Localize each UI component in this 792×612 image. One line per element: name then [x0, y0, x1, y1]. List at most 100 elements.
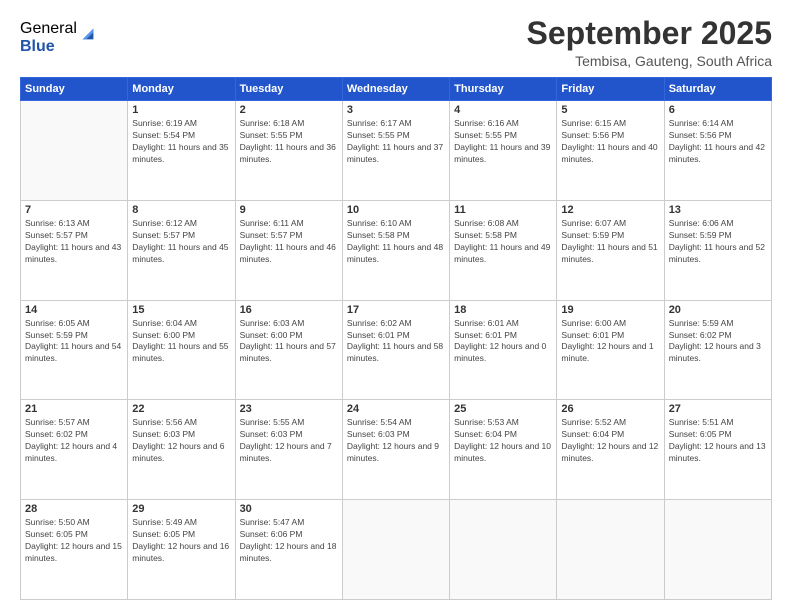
table-cell: 18 Sunrise: 6:01 AMSunset: 6:01 PMDaylig… — [450, 300, 557, 400]
cell-info: Sunrise: 6:16 AMSunset: 5:55 PMDaylight:… — [454, 118, 552, 166]
day-number: 8 — [132, 204, 230, 216]
day-number: 12 — [561, 204, 659, 216]
table-cell — [664, 500, 771, 600]
table-cell: 8 Sunrise: 6:12 AMSunset: 5:57 PMDayligh… — [128, 200, 235, 300]
cell-info: Sunrise: 5:51 AMSunset: 6:05 PMDaylight:… — [669, 417, 767, 465]
table-cell: 22 Sunrise: 5:56 AMSunset: 6:03 PMDaylig… — [128, 400, 235, 500]
day-number: 24 — [347, 403, 445, 415]
table-cell: 23 Sunrise: 5:55 AMSunset: 6:03 PMDaylig… — [235, 400, 342, 500]
cell-info: Sunrise: 5:56 AMSunset: 6:03 PMDaylight:… — [132, 417, 230, 465]
cell-info: Sunrise: 6:08 AMSunset: 5:58 PMDaylight:… — [454, 218, 552, 266]
cell-info: Sunrise: 6:11 AMSunset: 5:57 PMDaylight:… — [240, 218, 338, 266]
cell-info: Sunrise: 6:00 AMSunset: 6:01 PMDaylight:… — [561, 318, 659, 366]
table-cell: 7 Sunrise: 6:13 AMSunset: 5:57 PMDayligh… — [21, 200, 128, 300]
day-number: 11 — [454, 204, 552, 216]
table-cell: 26 Sunrise: 5:52 AMSunset: 6:04 PMDaylig… — [557, 400, 664, 500]
table-cell: 6 Sunrise: 6:14 AMSunset: 5:56 PMDayligh… — [664, 101, 771, 201]
cell-info: Sunrise: 5:53 AMSunset: 6:04 PMDaylight:… — [454, 417, 552, 465]
cell-info: Sunrise: 5:54 AMSunset: 6:03 PMDaylight:… — [347, 417, 445, 465]
cell-info: Sunrise: 5:50 AMSunset: 6:05 PMDaylight:… — [25, 517, 123, 565]
table-cell: 25 Sunrise: 5:53 AMSunset: 6:04 PMDaylig… — [450, 400, 557, 500]
day-number: 23 — [240, 403, 338, 415]
table-cell: 4 Sunrise: 6:16 AMSunset: 5:55 PMDayligh… — [450, 101, 557, 201]
logo: General Blue — [20, 20, 97, 55]
table-cell: 30 Sunrise: 5:47 AMSunset: 6:06 PMDaylig… — [235, 500, 342, 600]
cell-info: Sunrise: 6:19 AMSunset: 5:54 PMDaylight:… — [132, 118, 230, 166]
week-row-3: 14 Sunrise: 6:05 AMSunset: 5:59 PMDaylig… — [21, 300, 772, 400]
table-cell: 24 Sunrise: 5:54 AMSunset: 6:03 PMDaylig… — [342, 400, 449, 500]
cell-info: Sunrise: 5:57 AMSunset: 6:02 PMDaylight:… — [25, 417, 123, 465]
table-cell: 27 Sunrise: 5:51 AMSunset: 6:05 PMDaylig… — [664, 400, 771, 500]
day-number: 27 — [669, 403, 767, 415]
logo-icon — [79, 25, 97, 43]
header-thursday: Thursday — [450, 78, 557, 101]
cell-info: Sunrise: 6:07 AMSunset: 5:59 PMDaylight:… — [561, 218, 659, 266]
table-cell: 11 Sunrise: 6:08 AMSunset: 5:58 PMDaylig… — [450, 200, 557, 300]
calendar-header-row: Sunday Monday Tuesday Wednesday Thursday… — [21, 78, 772, 101]
cell-info: Sunrise: 6:18 AMSunset: 5:55 PMDaylight:… — [240, 118, 338, 166]
header-friday: Friday — [557, 78, 664, 101]
week-row-5: 28 Sunrise: 5:50 AMSunset: 6:05 PMDaylig… — [21, 500, 772, 600]
cell-info: Sunrise: 5:59 AMSunset: 6:02 PMDaylight:… — [669, 318, 767, 366]
header-monday: Monday — [128, 78, 235, 101]
day-number: 5 — [561, 104, 659, 116]
table-cell: 1 Sunrise: 6:19 AMSunset: 5:54 PMDayligh… — [128, 101, 235, 201]
table-cell: 10 Sunrise: 6:10 AMSunset: 5:58 PMDaylig… — [342, 200, 449, 300]
day-number: 29 — [132, 503, 230, 515]
cell-info: Sunrise: 6:15 AMSunset: 5:56 PMDaylight:… — [561, 118, 659, 166]
day-number: 9 — [240, 204, 338, 216]
table-cell: 14 Sunrise: 6:05 AMSunset: 5:59 PMDaylig… — [21, 300, 128, 400]
week-row-1: 1 Sunrise: 6:19 AMSunset: 5:54 PMDayligh… — [21, 101, 772, 201]
table-cell: 19 Sunrise: 6:00 AMSunset: 6:01 PMDaylig… — [557, 300, 664, 400]
cell-info: Sunrise: 6:10 AMSunset: 5:58 PMDaylight:… — [347, 218, 445, 266]
day-number: 17 — [347, 304, 445, 316]
cell-info: Sunrise: 6:12 AMSunset: 5:57 PMDaylight:… — [132, 218, 230, 266]
day-number: 13 — [669, 204, 767, 216]
header-wednesday: Wednesday — [342, 78, 449, 101]
day-number: 7 — [25, 204, 123, 216]
table-cell — [557, 500, 664, 600]
cell-info: Sunrise: 6:03 AMSunset: 6:00 PMDaylight:… — [240, 318, 338, 366]
day-number: 28 — [25, 503, 123, 515]
table-cell: 12 Sunrise: 6:07 AMSunset: 5:59 PMDaylig… — [557, 200, 664, 300]
logo-blue: Blue — [20, 38, 77, 56]
cell-info: Sunrise: 6:06 AMSunset: 5:59 PMDaylight:… — [669, 218, 767, 266]
header-tuesday: Tuesday — [235, 78, 342, 101]
day-number: 6 — [669, 104, 767, 116]
day-number: 25 — [454, 403, 552, 415]
day-number: 10 — [347, 204, 445, 216]
cell-info: Sunrise: 5:47 AMSunset: 6:06 PMDaylight:… — [240, 517, 338, 565]
table-cell: 15 Sunrise: 6:04 AMSunset: 6:00 PMDaylig… — [128, 300, 235, 400]
table-cell: 28 Sunrise: 5:50 AMSunset: 6:05 PMDaylig… — [21, 500, 128, 600]
day-number: 3 — [347, 104, 445, 116]
cell-info: Sunrise: 5:49 AMSunset: 6:05 PMDaylight:… — [132, 517, 230, 565]
logo-general: General — [20, 20, 77, 38]
cell-info: Sunrise: 6:14 AMSunset: 5:56 PMDaylight:… — [669, 118, 767, 166]
day-number: 18 — [454, 304, 552, 316]
day-number: 22 — [132, 403, 230, 415]
title-block: September 2025 Tembisa, Gauteng, South A… — [527, 16, 772, 69]
header-sunday: Sunday — [21, 78, 128, 101]
cell-info: Sunrise: 6:04 AMSunset: 6:00 PMDaylight:… — [132, 318, 230, 366]
cell-info: Sunrise: 5:55 AMSunset: 6:03 PMDaylight:… — [240, 417, 338, 465]
table-cell — [450, 500, 557, 600]
table-cell: 5 Sunrise: 6:15 AMSunset: 5:56 PMDayligh… — [557, 101, 664, 201]
table-cell: 17 Sunrise: 6:02 AMSunset: 6:01 PMDaylig… — [342, 300, 449, 400]
cell-info: Sunrise: 6:01 AMSunset: 6:01 PMDaylight:… — [454, 318, 552, 366]
week-row-2: 7 Sunrise: 6:13 AMSunset: 5:57 PMDayligh… — [21, 200, 772, 300]
week-row-4: 21 Sunrise: 5:57 AMSunset: 6:02 PMDaylig… — [21, 400, 772, 500]
day-number: 21 — [25, 403, 123, 415]
table-cell: 20 Sunrise: 5:59 AMSunset: 6:02 PMDaylig… — [664, 300, 771, 400]
table-cell: 29 Sunrise: 5:49 AMSunset: 6:05 PMDaylig… — [128, 500, 235, 600]
location: Tembisa, Gauteng, South Africa — [527, 53, 772, 69]
header-saturday: Saturday — [664, 78, 771, 101]
cell-info: Sunrise: 6:05 AMSunset: 5:59 PMDaylight:… — [25, 318, 123, 366]
day-number: 4 — [454, 104, 552, 116]
day-number: 19 — [561, 304, 659, 316]
table-cell: 3 Sunrise: 6:17 AMSunset: 5:55 PMDayligh… — [342, 101, 449, 201]
day-number: 15 — [132, 304, 230, 316]
table-cell: 16 Sunrise: 6:03 AMSunset: 6:00 PMDaylig… — [235, 300, 342, 400]
month-title: September 2025 — [527, 16, 772, 51]
cell-info: Sunrise: 6:13 AMSunset: 5:57 PMDaylight:… — [25, 218, 123, 266]
logo-text: General Blue — [20, 20, 77, 55]
